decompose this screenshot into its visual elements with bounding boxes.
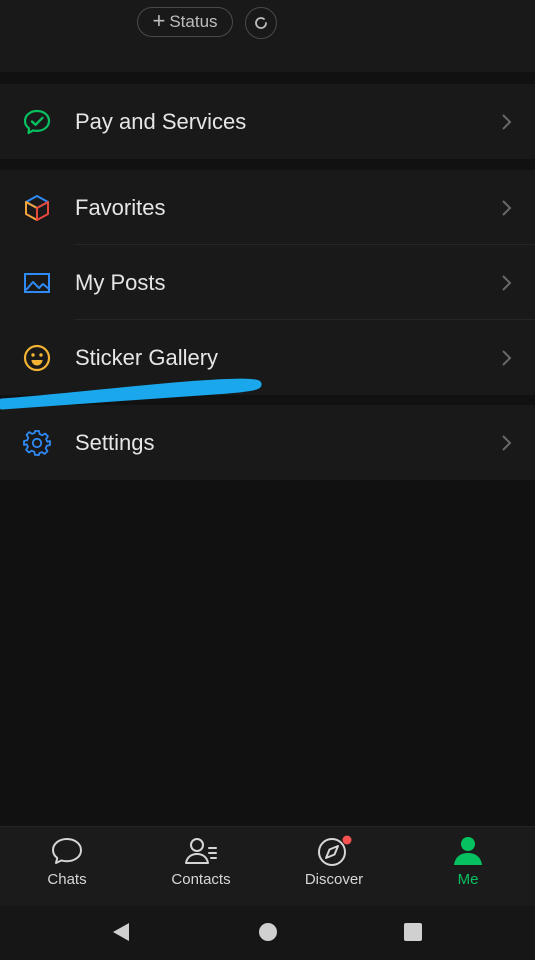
bottom-tab-bar: Chats Contacts Discover Me [0,826,535,907]
chevron-right-icon [502,113,512,130]
menu-item-label: Favorites [75,194,166,220]
tab-label: Chats [47,871,87,888]
smiley-icon [22,343,52,373]
plus-icon: + [152,8,166,33]
home-icon[interactable] [258,922,278,942]
tab-label: Me [457,871,479,888]
notification-dot [342,835,352,845]
menu-item-label: Settings [75,429,155,455]
chevron-right-icon [502,199,512,216]
refresh-button[interactable] [245,7,277,39]
compass-icon [318,835,352,866]
menu-item-pay-services[interactable]: Pay and Services [0,84,535,159]
chevron-right-icon [502,349,512,366]
chevron-right-icon [502,274,512,291]
person-icon [454,837,482,865]
back-icon[interactable] [111,921,131,943]
menu-item-sticker-gallery[interactable]: Sticker Gallery [0,320,535,395]
menu-item-my-posts[interactable]: My Posts [0,245,535,320]
refresh-icon [255,17,267,29]
add-status-button[interactable]: + Status [137,7,233,37]
tab-discover[interactable]: Discover [284,835,384,888]
pay-services-icon [22,107,52,137]
tab-label: Contacts [171,871,231,888]
system-nav-bar [0,906,535,960]
menu-item-settings[interactable]: Settings [0,405,535,480]
chevron-right-icon [502,434,512,451]
tab-chats[interactable]: Chats [17,835,117,888]
tab-contacts[interactable]: Contacts [151,835,251,888]
image-icon [22,268,52,298]
status-label: Status [169,12,218,31]
favorites-cube-icon [22,193,52,223]
tab-me[interactable]: Me [418,835,518,888]
menu-item-label: Pay and Services [75,108,247,134]
menu-item-label: My Posts [75,269,166,295]
tab-label: Discover [304,871,364,888]
header: + Status [0,0,535,72]
menu-item-label: Sticker Gallery [75,344,219,370]
chat-bubble-icon [52,838,82,864]
menu-item-favorites[interactable]: Favorites [0,170,535,245]
contacts-icon [185,838,217,864]
recents-icon[interactable] [403,922,423,942]
gear-icon [22,428,52,458]
